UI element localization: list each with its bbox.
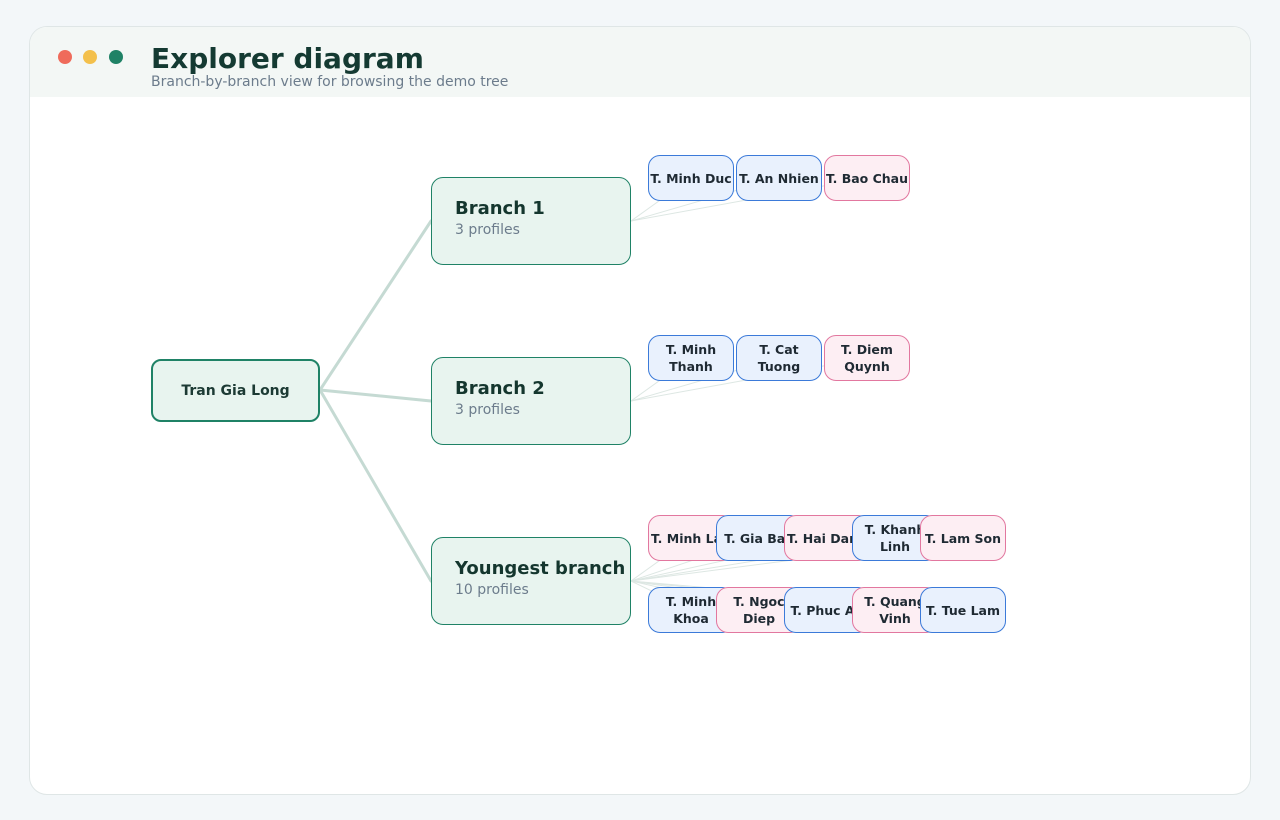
branch-node[interactable]: Branch 1 3 profiles bbox=[431, 177, 631, 265]
profile-node[interactable]: T. Minh Duc bbox=[648, 155, 734, 201]
branch-profile-count: 10 profiles bbox=[455, 582, 529, 598]
page-title: Explorer diagram bbox=[151, 42, 424, 75]
maximize-window-button[interactable] bbox=[109, 50, 123, 64]
profile-node[interactable]: T. Lam Son bbox=[920, 515, 1006, 561]
branch-name: Branch 2 bbox=[455, 378, 545, 399]
minimize-window-button[interactable] bbox=[83, 50, 97, 64]
root-node[interactable]: Tran Gia Long bbox=[151, 359, 320, 422]
title-bar: Explorer diagram Branch-by-branch view f… bbox=[30, 27, 1250, 97]
profile-node[interactable]: T. Diem Quynh bbox=[824, 335, 910, 381]
branch-profile-count: 3 profiles bbox=[455, 402, 520, 418]
close-window-button[interactable] bbox=[58, 50, 72, 64]
profile-node[interactable]: T. Minh Thanh bbox=[648, 335, 734, 381]
profile-node[interactable]: T. An Nhien bbox=[736, 155, 822, 201]
branch-node[interactable]: Youngest branch 10 profiles bbox=[431, 537, 631, 625]
branch-profile-count: 3 profiles bbox=[455, 222, 520, 238]
page-subtitle: Branch-by-branch view for browsing the d… bbox=[151, 74, 509, 90]
profile-node[interactable]: T. Tue Lam bbox=[920, 587, 1006, 633]
branch-node[interactable]: Branch 2 3 profiles bbox=[431, 357, 631, 445]
branch-name: Branch 1 bbox=[455, 198, 545, 219]
profile-node[interactable]: T. Bao Chau bbox=[824, 155, 910, 201]
branch-name: Youngest branch bbox=[455, 558, 626, 579]
profile-node[interactable]: T. Cat Tuong bbox=[736, 335, 822, 381]
